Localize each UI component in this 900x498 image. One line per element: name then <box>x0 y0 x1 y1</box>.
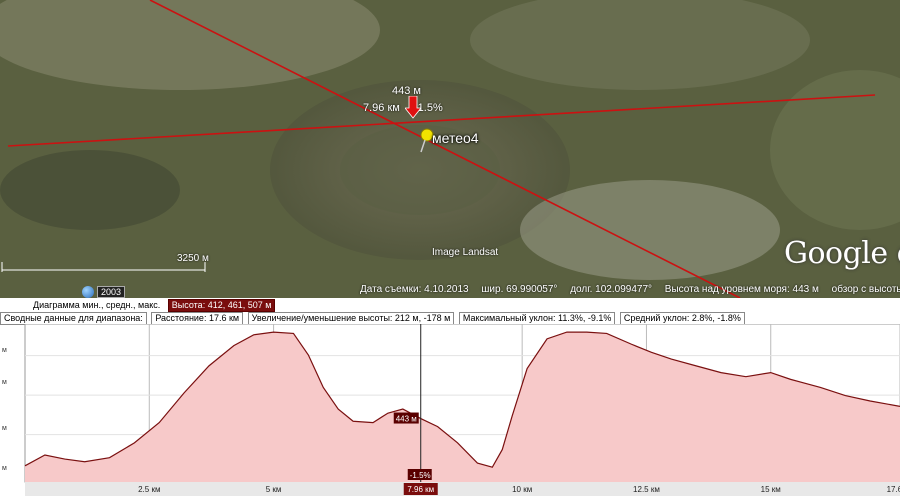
google-earth-logo: Google ea <box>784 236 900 271</box>
year-label: 2003 <box>97 286 126 298</box>
profile-summary-row: Диаграмма мин., средн., макс. Высота: 41… <box>30 299 277 312</box>
x-tick-label: 7.96 км <box>407 485 434 494</box>
x-tick-label: 2.5 км <box>138 485 160 494</box>
longitude-readout: долг. 102.099477° <box>570 284 653 295</box>
range-summary-row: Сводные данные для диапазона: Расстояние… <box>0 312 747 325</box>
x-tick-label: 15 км <box>761 485 781 494</box>
map-view[interactable]: 443 м 7.96 км -1.5% метео4 Image Landsat… <box>0 0 900 298</box>
globe-icon <box>82 286 94 298</box>
y-tick-mark: м <box>2 465 7 472</box>
y-tick-mark: м <box>2 347 7 354</box>
chart-mode-label[interactable]: Диаграмма мин., средн., макс. <box>30 300 164 311</box>
imagery-credit: Image Landsat <box>432 247 499 258</box>
x-tick-label: 10 км <box>512 485 532 494</box>
scale-label: 3250 м <box>177 253 209 264</box>
distance-marker-label: 7.96 км <box>363 102 400 114</box>
x-tick-label: 12.5 км <box>633 485 660 494</box>
status-bar: Дата съемки: 4.10.2013 шир. 69.990057° д… <box>360 284 900 295</box>
eye-altitude-readout: обзор с высоты 12.0 <box>831 284 900 295</box>
elevation-profile-chart[interactable]: 443 м -1.5% 2.5 км 5 км 7.96 км 10 км 12.5 км 1… <box>0 324 900 496</box>
cursor-elev-label: 443 м <box>396 415 417 424</box>
historical-imagery-badge[interactable]: 2003 <box>82 286 126 298</box>
y-tick-mark: м <box>2 425 7 432</box>
elevation-summary[interactable]: Высота: 412, 461, 507 м <box>167 299 276 312</box>
latitude-readout: шир. 69.990057° <box>481 284 558 295</box>
cursor-slope-label: -1.5% <box>410 471 431 480</box>
x-tick-label: 5 км <box>266 485 282 494</box>
y-tick-mark: м <box>2 379 7 386</box>
altitude-readout: Высота над уровнем моря: 443 м <box>664 284 819 295</box>
red-arrow-marker-icon <box>405 96 421 119</box>
elevation-profile-panel: Диаграмма мин., средн., макс. Высота: 41… <box>0 298 900 498</box>
x-tick-label: 17.6 км <box>887 485 900 494</box>
imagery-date: Дата съемки: 4.10.2013 <box>360 284 469 295</box>
placemark-label[interactable]: метео4 <box>432 130 479 146</box>
